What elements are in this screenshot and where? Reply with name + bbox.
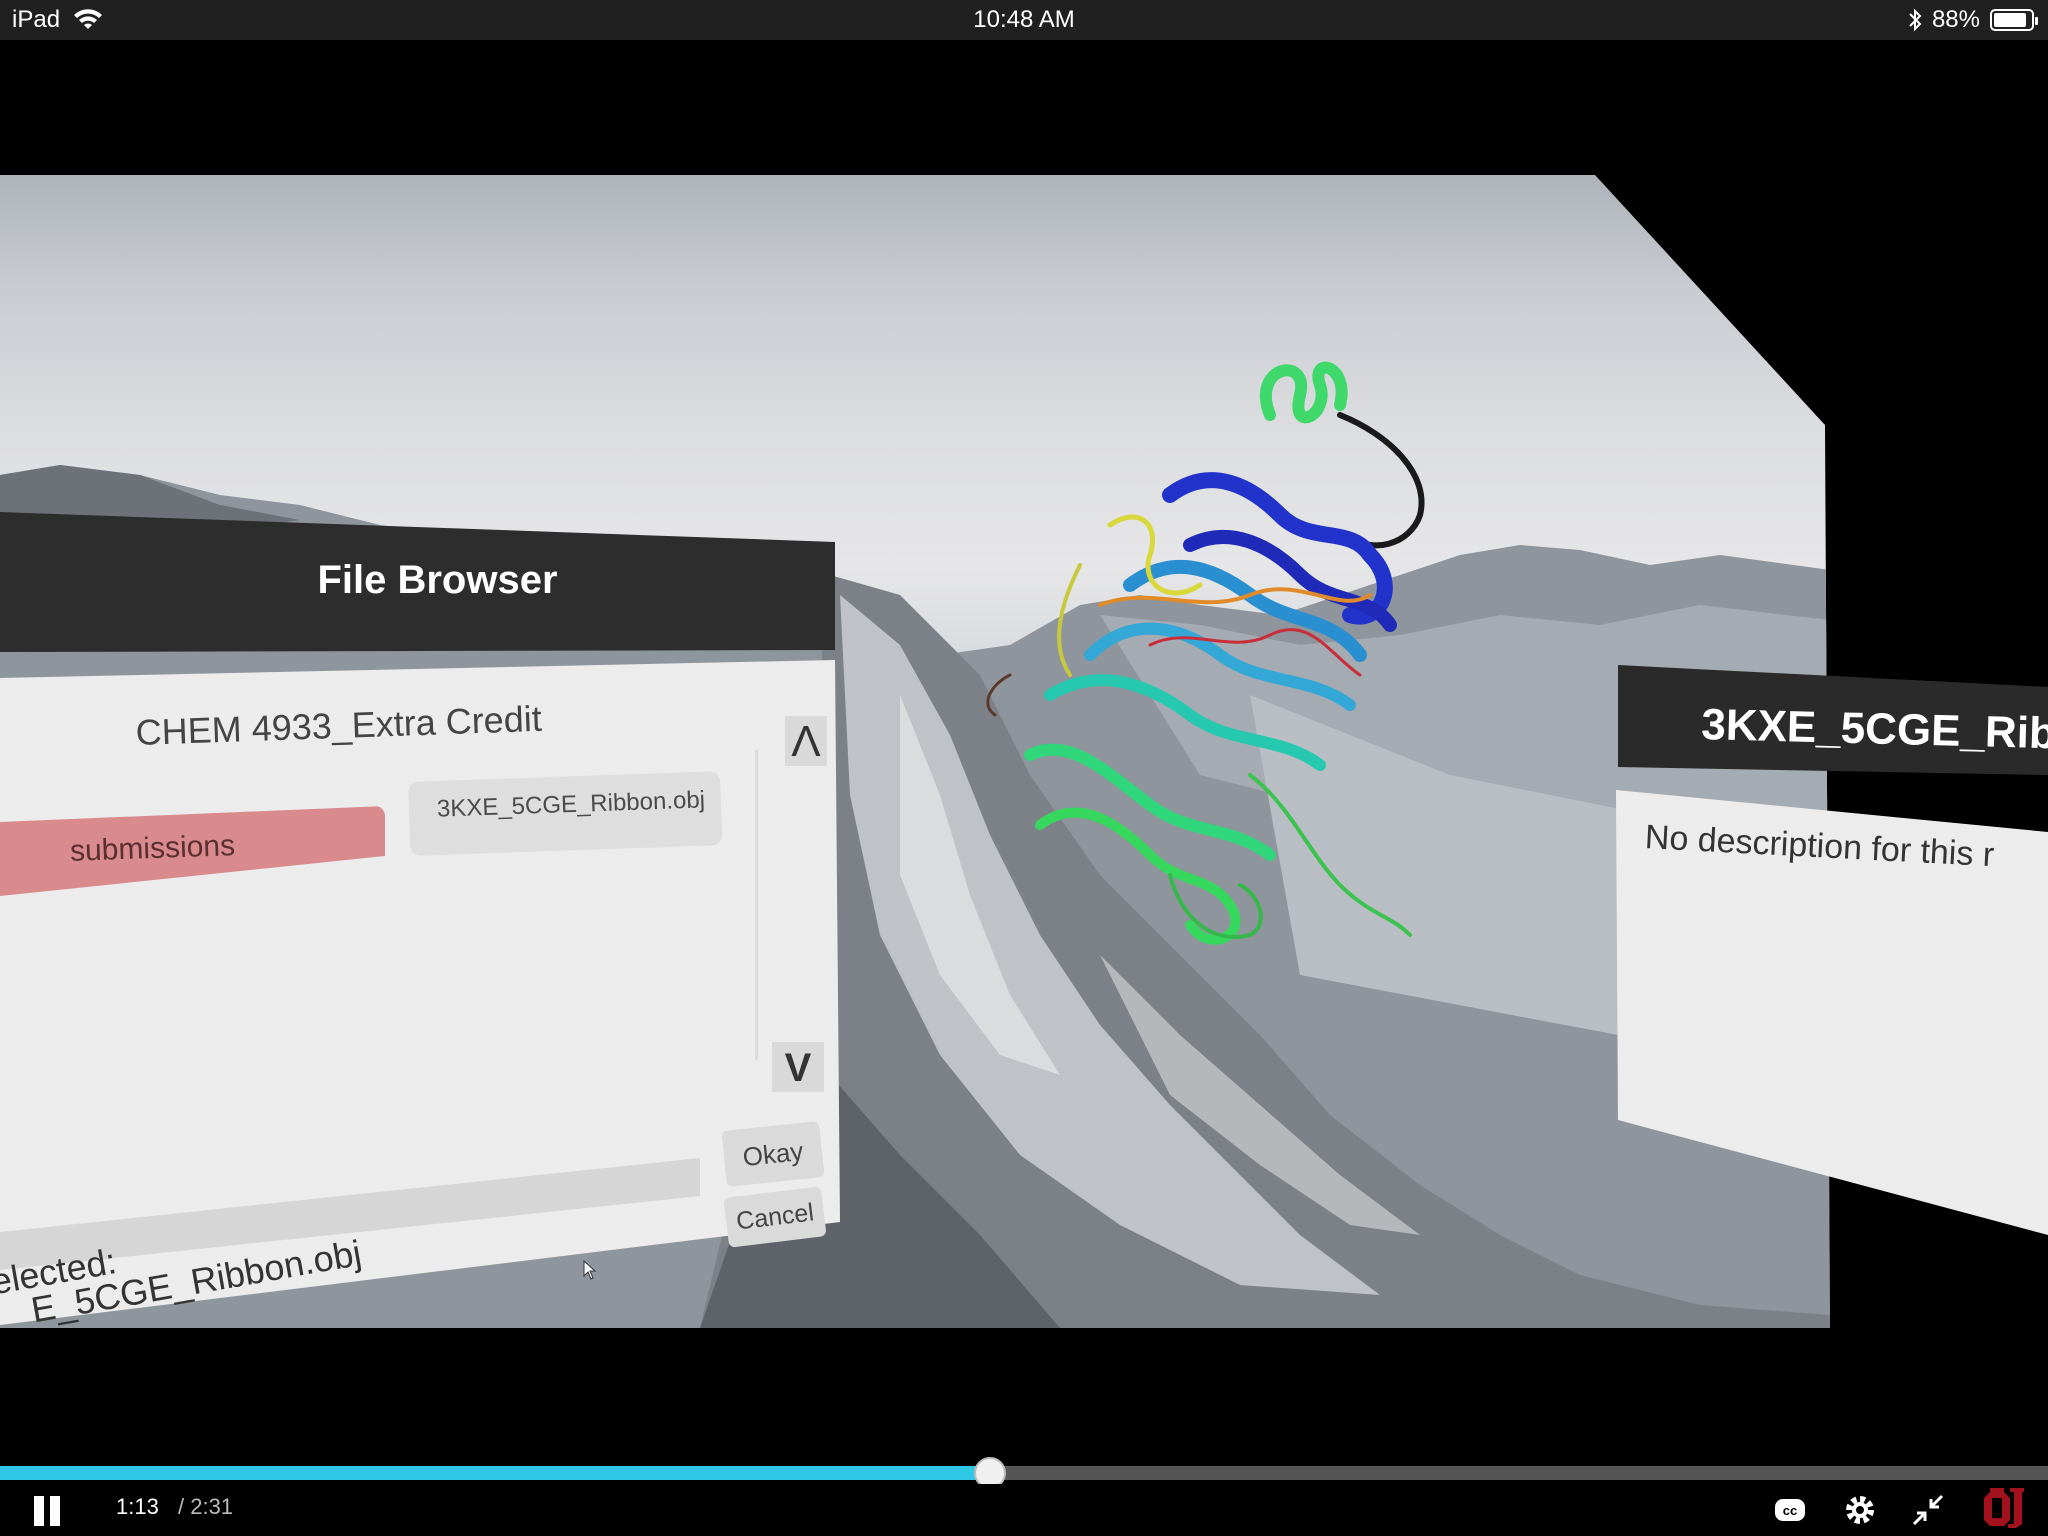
- duration: / 2:31: [178, 1494, 234, 1519]
- player-controls: [0, 1484, 2048, 1536]
- battery-fill: [1994, 13, 2026, 27]
- pause-icon-bar-right: [50, 1496, 60, 1526]
- folder-item-label: submissions: [69, 829, 236, 868]
- list-divider: [755, 750, 758, 1060]
- scroll-down-button[interactable]: V: [772, 1042, 824, 1092]
- gear-icon[interactable]: [1842, 1492, 1878, 1528]
- status-bar: iPad 10:48 AM 88%: [0, 0, 2048, 40]
- pause-button[interactable]: [32, 1496, 62, 1526]
- battery-icon: [1990, 9, 2038, 31]
- svg-text:cc: cc: [1783, 1503, 1797, 1518]
- pause-icon-bar-left: [34, 1496, 44, 1526]
- closed-captions-icon[interactable]: cc: [1772, 1492, 1808, 1528]
- okay-button[interactable]: Okay: [721, 1121, 825, 1187]
- bluetooth-icon: [1909, 8, 1922, 32]
- battery-percent: 88%: [1931, 6, 1980, 33]
- clock: 10:48 AM: [973, 6, 1075, 33]
- exit-fullscreen-icon[interactable]: [1910, 1492, 1946, 1528]
- model-info-title: 3KXE_5CGE_Rib: [1700, 700, 2048, 759]
- current-time: 1:13: [116, 1494, 159, 1519]
- seek-bar-progress: [0, 1466, 990, 1480]
- seek-bar[interactable]: [0, 1466, 2048, 1480]
- protein-ribbon-model[interactable]: [950, 355, 1470, 995]
- pointer-cursor-icon: [583, 1260, 597, 1280]
- ou-logo-icon[interactable]: [1980, 1484, 2028, 1528]
- file-browser-title: File Browser: [317, 558, 558, 602]
- scroll-up-button[interactable]: Λ: [785, 716, 827, 766]
